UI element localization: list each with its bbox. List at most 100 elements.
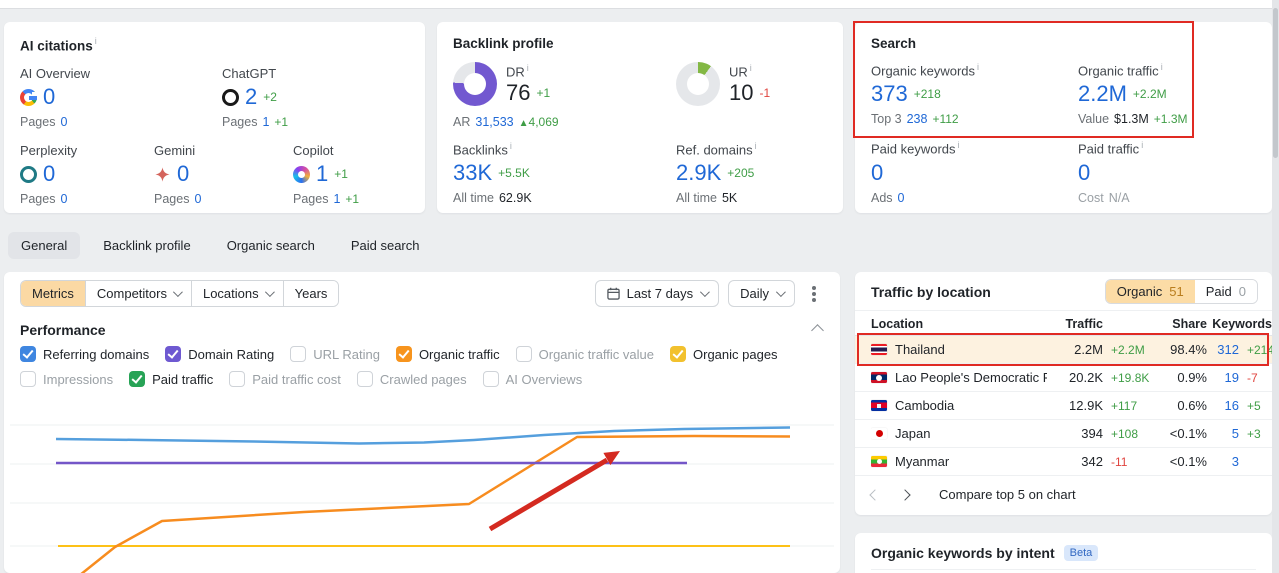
info-icon [977, 62, 979, 72]
dr-value: 76 [506, 79, 531, 105]
checkbox-url-rating[interactable]: URL Rating [290, 346, 380, 362]
table-header-row: Location Traffic Share Keywords [855, 312, 1272, 336]
years-button[interactable]: Years [283, 281, 339, 306]
next-page-icon[interactable] [899, 488, 911, 501]
paid-toggle-option[interactable]: Paid 0 [1194, 280, 1257, 303]
keywords-link[interactable]: 19 [1207, 370, 1239, 385]
intent-card: Organic keywords by intent Beta [855, 533, 1272, 573]
table-row-myanmar[interactable]: Myanmar 342 -11 <0.1% 3 [855, 448, 1272, 476]
chevron-down-icon [700, 287, 710, 298]
search-card: Search Organic keywords 373 +218 Top 3 238… [853, 21, 1272, 213]
tab-general[interactable]: General [8, 232, 81, 259]
keywords-link[interactable]: 16 [1207, 398, 1239, 413]
myanmar-flag-icon [871, 456, 887, 467]
performance-line-chart[interactable] [4, 395, 840, 573]
pages-value[interactable]: 0 [60, 115, 67, 129]
tab-organic-search[interactable]: Organic search [214, 232, 328, 259]
metric-value[interactable]: 2.9K [676, 161, 721, 185]
ur-value: 10 [729, 79, 754, 105]
col-location[interactable]: Location [871, 317, 1047, 331]
metric-value[interactable]: 0 [871, 160, 883, 185]
ar-value[interactable]: 31,533 [475, 115, 513, 129]
metric-value[interactable]: 0 [1078, 160, 1090, 185]
tab-backlink-profile[interactable]: Backlink profile [90, 232, 203, 259]
organic-traffic-metric: Organic traffic 2.2M +2.2M Value $1.3M +1.3… [1078, 62, 1187, 126]
pages-value[interactable]: 1 [333, 192, 340, 206]
checkbox-paid-traffic-cost[interactable]: Paid traffic cost [229, 371, 341, 387]
table-row-japan[interactable]: Japan 394 +108 <0.1% 5 +3 [855, 420, 1272, 448]
prev-page-icon[interactable] [869, 488, 881, 501]
scrollbar[interactable] [1272, 0, 1279, 573]
checkbox-ai-overviews[interactable]: AI Overviews [482, 371, 582, 387]
col-keywords[interactable]: Keywords [1207, 317, 1272, 331]
metric-value[interactable]: 2.2M [1078, 82, 1127, 106]
tab-paid-search[interactable]: Paid search [338, 232, 433, 259]
alltime-value: 5K [721, 191, 738, 206]
chart-mode-group: Metrics Competitors Locations Years [20, 280, 340, 307]
col-traffic[interactable]: Traffic [1047, 317, 1103, 331]
keywords-link[interactable]: 5 [1207, 426, 1239, 441]
metric-value[interactable]: 33K [453, 161, 492, 185]
metric-value[interactable]: 373 [871, 82, 908, 106]
checkbox-icon [515, 346, 532, 362]
google-icon [20, 88, 37, 106]
pages-value[interactable]: 0 [194, 192, 201, 206]
checkbox-icon [356, 371, 373, 387]
copilot-icon [293, 165, 310, 183]
organic-toggle-option[interactable]: Organic 51 [1105, 280, 1195, 303]
metric-change: +5.5K [498, 166, 530, 181]
competitors-dropdown[interactable]: Competitors [85, 281, 192, 306]
more-options-icon[interactable] [812, 285, 816, 302]
metric-label: AI Overview [20, 66, 91, 82]
backlink-profile-title: Backlink profile [453, 36, 554, 51]
dr-donut-chart [453, 62, 497, 106]
metric-value[interactable]: 0 [177, 162, 189, 186]
table-row-thailand[interactable]: Thailand 2.2M +2.2M 98.4% 312 +214 [855, 333, 1274, 366]
top3-value[interactable]: 238 [907, 112, 928, 126]
compare-top5-link[interactable]: Compare top 5 on chart [939, 487, 1076, 502]
pages-label: Pages [222, 115, 258, 130]
metric-value[interactable]: 2 [245, 85, 257, 109]
metric-label: Ref. domains [676, 142, 753, 158]
keywords-link[interactable]: 312 [1207, 342, 1239, 357]
metric-label: Gemini [154, 143, 196, 159]
metric-label: Paid keywords [871, 141, 956, 157]
checkbox-referring-domains[interactable]: Referring domains [20, 346, 149, 362]
ur-metric: UR 10 -1 [676, 62, 770, 129]
pages-value[interactable]: 0 [60, 192, 67, 206]
date-range-dropdown[interactable]: Last 7 days [594, 280, 720, 307]
checkbox-crawled-pages[interactable]: Crawled pages [356, 371, 467, 387]
table-row-laos[interactable]: Lao People's Democratic Reput 20.2K +19.… [855, 364, 1272, 392]
locations-dropdown[interactable]: Locations [191, 281, 284, 306]
keywords-link[interactable]: 3 [1207, 454, 1239, 469]
calendar-icon [606, 287, 620, 300]
granularity-dropdown[interactable]: Daily [728, 280, 795, 307]
alltime-label: All time [453, 191, 494, 206]
metric-value[interactable]: 0 [43, 85, 55, 109]
checkbox-icon [482, 371, 499, 387]
scrollbar-thumb[interactable] [1273, 8, 1278, 158]
checkbox-impressions[interactable]: Impressions [20, 371, 113, 387]
checkbox-icon [165, 346, 182, 362]
col-share[interactable]: Share [1155, 317, 1207, 331]
pages-value[interactable]: 1 [262, 115, 269, 129]
metrics-button[interactable]: Metrics [21, 281, 86, 306]
collapse-chevron-icon[interactable] [811, 324, 824, 337]
metric-label: ChatGPT [222, 66, 277, 82]
ur-donut-chart [676, 62, 720, 106]
table-row-cambodia[interactable]: Cambodia 12.9K +117 0.6% 16 +5 [855, 392, 1272, 420]
metric-value[interactable]: 1 [316, 162, 328, 186]
ads-value[interactable]: 0 [898, 191, 905, 205]
checkbox-icon [129, 371, 146, 387]
ads-label: Ads [871, 190, 893, 205]
up-triangle-icon [519, 118, 529, 129]
value-label: Value [1078, 112, 1110, 127]
chevron-down-icon [264, 287, 275, 298]
checkbox-organic-traffic-value[interactable]: Organic traffic value [515, 346, 654, 362]
metric-value[interactable]: 0 [43, 162, 55, 186]
checkbox-icon [229, 371, 246, 387]
checkbox-organic-traffic[interactable]: Organic traffic [395, 346, 500, 362]
checkbox-paid-traffic[interactable]: Paid traffic [129, 371, 213, 387]
checkbox-organic-pages[interactable]: Organic pages [670, 346, 778, 362]
checkbox-domain-rating[interactable]: Domain Rating [165, 346, 274, 362]
